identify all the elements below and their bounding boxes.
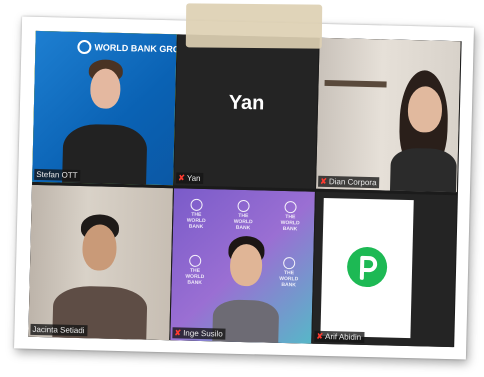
globe-icon: [284, 200, 297, 214]
globe-icon: [189, 254, 202, 267]
name-tag: ✘ Inge Susilo: [172, 327, 226, 340]
participant-name: Stefan OTT: [36, 169, 78, 180]
background-logo: THE WORLD BANK: [274, 256, 305, 289]
background-logo: THE WORLD BANK: [180, 254, 211, 286]
video-grid: WORLD BANK GROUP Stefan OTT Yan ✘ Yan ✘ …: [28, 30, 462, 348]
mic-muted-icon: ✘: [316, 331, 324, 341]
name-tag: ✘ Arif Abidin: [314, 330, 365, 343]
background-logo: THE WORLD BANK: [275, 200, 306, 233]
profile-picture: [320, 197, 414, 339]
participant-name: Dian Corpora: [328, 177, 377, 188]
globe-icon: [190, 198, 203, 211]
photo-frame: WORLD BANK GROUP Stefan OTT Yan ✘ Yan ✘ …: [14, 16, 474, 360]
video-tile-jacinta[interactable]: Jacinta Setiadi: [28, 184, 173, 341]
participant-head: [89, 68, 121, 109]
video-tile-stefan[interactable]: WORLD BANK GROUP Stefan OTT: [32, 30, 177, 186]
background-text: THE WORLD BANK: [233, 212, 253, 232]
video-tile-dian[interactable]: ✘ Dian Corpora: [316, 37, 461, 193]
participant-center-name: Yan: [228, 91, 265, 115]
video-tile-arif[interactable]: ✘ Arif Abidin: [312, 191, 457, 348]
participant-name: Arif Abidin: [324, 332, 362, 342]
name-tag: Jacinta Setiadi: [30, 323, 88, 337]
video-tile-inge[interactable]: THE WORLD BANK THE WORLD BANK THE WORLD …: [170, 188, 315, 344]
globe-icon: [237, 199, 250, 213]
participant-head: [407, 85, 443, 133]
participant-name: Jacinta Setiadi: [32, 324, 85, 336]
name-tag: ✘ Yan: [176, 172, 204, 185]
name-tag: ✘ Dian Corpora: [318, 175, 380, 189]
background-text: THE WORLD BANK: [186, 211, 206, 231]
world-bank-logo: WORLD BANK GROUP: [77, 39, 177, 57]
globe-icon: [283, 256, 296, 270]
background-text: THE WORLD BANK: [279, 270, 299, 289]
video-tile-yan[interactable]: Yan ✘ Yan: [174, 34, 319, 189]
participant-name: Inge Susilo: [183, 328, 223, 339]
mic-muted-icon: ✘: [320, 176, 327, 187]
background-text: WORLD BANK GROUP: [94, 42, 177, 55]
name-tag: Stefan OTT: [34, 168, 81, 182]
globe-icon: [77, 39, 92, 55]
tape-strip: [185, 3, 323, 49]
participant-body: [389, 147, 458, 193]
p-letter-icon: [359, 255, 378, 280]
participant-head: [229, 243, 263, 287]
background-text: THE WORLD BANK: [185, 267, 205, 286]
participant-name: Yan: [186, 173, 201, 183]
mic-muted-icon: ✘: [178, 173, 186, 183]
mic-muted-icon: ✘: [174, 328, 182, 338]
background-text: THE WORLD BANK: [280, 214, 300, 233]
participant-head: [81, 224, 118, 271]
profile-logo-icon: [346, 246, 388, 288]
background-logo: THE WORLD BANK: [228, 199, 259, 232]
background-logo: THE WORLD BANK: [181, 198, 212, 230]
